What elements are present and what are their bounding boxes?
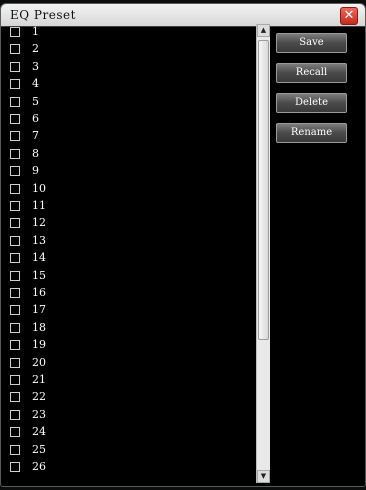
preset-checkbox[interactable] [10, 357, 20, 368]
preset-checkbox[interactable] [10, 444, 20, 455]
preset-checkbox[interactable] [10, 235, 20, 246]
preset-checkbox[interactable] [10, 375, 20, 385]
preset-list-item[interactable]: 24 [6, 424, 254, 441]
preset-label: 19 [32, 338, 46, 352]
rename-button[interactable]: Rename [276, 123, 347, 143]
preset-label: 25 [32, 442, 46, 456]
preset-label: 18 [32, 320, 46, 334]
preset-checkbox[interactable] [10, 288, 20, 298]
preset-list-item[interactable]: 23 [6, 407, 254, 424]
preset-list: 1 2 3 4 5 6 7 8 9 10 11 12 13 14 15 16 17 18 19 20 21 22 23 24 2… [6, 24, 254, 482]
preset-list-item[interactable]: 10 [6, 181, 254, 198]
preset-label: 26 [32, 460, 46, 473]
delete-button[interactable]: Delete [276, 93, 347, 113]
preset-label: 12 [32, 216, 46, 230]
preset-checkbox[interactable] [10, 409, 20, 420]
chevron-up-icon: ▲ [260, 26, 267, 34]
preset-label: 5 [32, 94, 39, 108]
preset-checkbox[interactable] [10, 218, 20, 229]
preset-checkbox[interactable] [10, 392, 20, 403]
preset-checkbox[interactable] [10, 61, 20, 72]
preset-checkbox[interactable] [10, 340, 20, 351]
preset-list-item[interactable]: 1 [6, 24, 254, 41]
preset-list-scrollbar[interactable]: ▲ ▼ [256, 24, 270, 483]
preset-label: 13 [32, 233, 46, 247]
preset-list-item[interactable]: 5 [6, 94, 254, 111]
preset-checkbox[interactable] [10, 427, 20, 438]
preset-label: 22 [32, 390, 46, 404]
close-button[interactable]: ✕ [340, 7, 358, 25]
preset-checkbox[interactable] [10, 322, 20, 333]
preset-label: 1 [32, 25, 39, 38]
preset-list-item[interactable]: 11 [6, 198, 254, 215]
preset-list-item[interactable]: 8 [6, 146, 254, 163]
preset-list-item[interactable]: 14 [6, 250, 254, 267]
preset-label: 17 [32, 303, 46, 317]
chevron-down-icon: ▼ [260, 472, 267, 480]
preset-checkbox[interactable] [10, 270, 20, 281]
preset-list-item[interactable]: 2 [6, 41, 254, 58]
preset-label: 8 [32, 146, 39, 160]
preset-label: 3 [32, 59, 39, 73]
recall-button[interactable]: Recall [276, 63, 347, 83]
preset-checkbox[interactable] [10, 166, 20, 177]
preset-label: 24 [32, 425, 46, 439]
preset-checkbox[interactable] [10, 27, 20, 37]
preset-list-item[interactable]: 3 [6, 59, 254, 76]
preset-label: 2 [32, 42, 39, 56]
preset-list-item[interactable]: 19 [6, 337, 254, 354]
preset-label: 6 [32, 112, 39, 125]
preset-list-item[interactable]: 15 [6, 268, 254, 285]
close-icon: ✕ [343, 8, 355, 23]
dialog-title: EQ Preset [10, 8, 76, 22]
preset-list-item[interactable]: 6 [6, 111, 254, 128]
preset-checkbox[interactable] [10, 44, 20, 55]
scroll-down-button[interactable]: ▼ [257, 470, 270, 483]
preset-list-item[interactable]: 7 [6, 128, 254, 145]
preset-label: 14 [32, 251, 46, 265]
preset-list-item[interactable]: 21 [6, 372, 254, 389]
preset-checkbox[interactable] [10, 183, 20, 194]
preset-checkbox[interactable] [10, 96, 20, 107]
preset-list-item[interactable]: 20 [6, 355, 254, 372]
preset-list-item[interactable]: 13 [6, 233, 254, 250]
preset-checkbox[interactable] [10, 148, 20, 159]
save-button[interactable]: Save [276, 33, 347, 53]
preset-label: 7 [32, 129, 39, 143]
scroll-up-button[interactable]: ▲ [257, 24, 270, 37]
preset-list-item[interactable]: 16 [6, 285, 254, 302]
preset-list-item[interactable]: 22 [6, 389, 254, 406]
preset-list-item[interactable]: 12 [6, 215, 254, 232]
preset-checkbox[interactable] [10, 114, 20, 124]
preset-label: 10 [32, 181, 46, 195]
preset-list-item[interactable]: 25 [6, 442, 254, 459]
preset-list-item[interactable]: 9 [6, 163, 254, 180]
preset-list-item[interactable]: 26 [6, 459, 254, 476]
preset-list-item[interactable]: 18 [6, 320, 254, 337]
preset-checkbox[interactable] [10, 253, 20, 264]
preset-label: 16 [32, 286, 46, 299]
preset-checkbox[interactable] [10, 79, 20, 90]
preset-label: 4 [32, 77, 39, 91]
preset-checkbox[interactable] [10, 305, 20, 316]
preset-label: 23 [32, 407, 46, 421]
preset-list-item[interactable]: 17 [6, 302, 254, 319]
preset-checkbox[interactable] [10, 131, 20, 142]
preset-label: 15 [32, 268, 46, 282]
preset-label: 9 [32, 164, 39, 178]
preset-label: 11 [32, 199, 46, 212]
preset-label: 20 [32, 355, 46, 369]
preset-label: 21 [32, 373, 46, 386]
preset-checkbox[interactable] [10, 462, 20, 472]
scrollbar-thumb[interactable] [258, 40, 269, 340]
preset-list-item[interactable]: 4 [6, 76, 254, 93]
preset-checkbox[interactable] [10, 201, 20, 211]
